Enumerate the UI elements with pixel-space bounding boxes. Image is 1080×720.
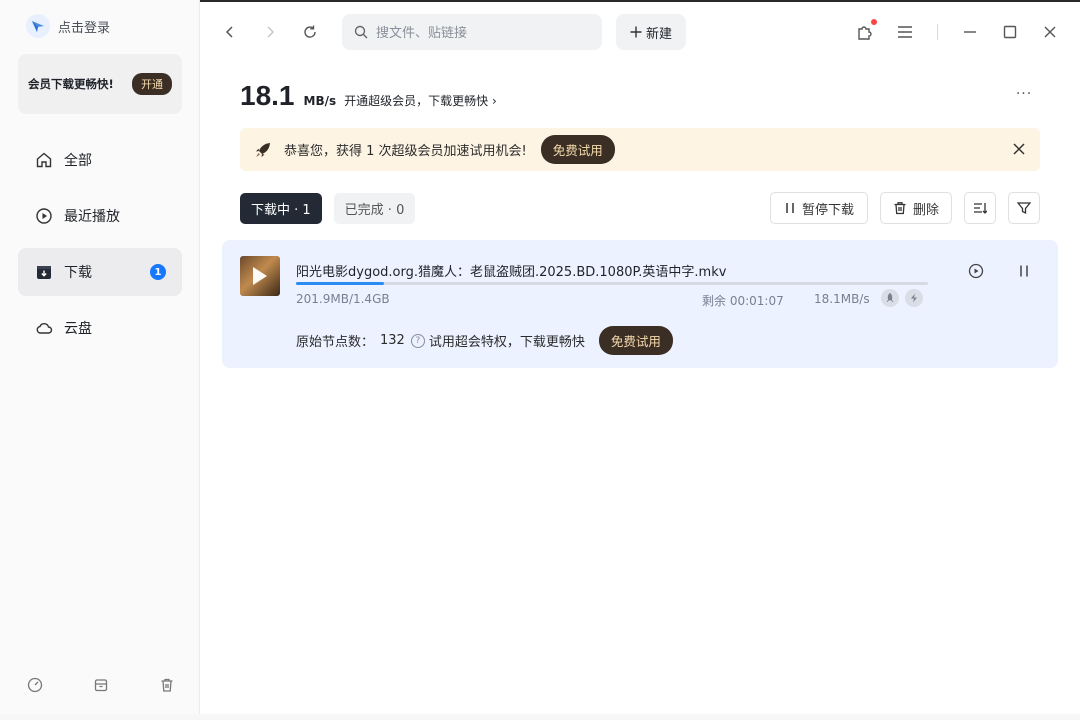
more-options-icon[interactable]: ···: [1012, 86, 1036, 106]
delete-label: 删除: [912, 202, 939, 218]
filter-button[interactable]: [1008, 192, 1040, 224]
toolbar-divider: [937, 24, 938, 40]
vip-promo-card: 会员下载更畅快! 开通: [18, 54, 182, 114]
help-icon[interactable]: ?: [410, 333, 425, 348]
speed-gauge-icon[interactable]: [26, 676, 44, 694]
trial-banner: 恭喜您，获得 1 次超级会员加速试用机会! 免费试用: [240, 128, 1040, 171]
banner-free-trial-button[interactable]: 免费试用: [540, 135, 615, 164]
search-input[interactable]: [376, 24, 586, 40]
trash-icon: [893, 201, 907, 215]
sort-button[interactable]: [964, 192, 996, 224]
task-remaining-time: 剩余 00:01:07: [702, 294, 784, 308]
task-filename: 阳光电影dygod.org.猎魔人：老鼠盗贼团.2025.BD.1080P.英语…: [296, 265, 727, 280]
video-thumbnail[interactable]: [240, 256, 280, 296]
home-icon: [34, 150, 54, 170]
sidebar-item-cloud[interactable]: 云盘: [18, 304, 182, 352]
minimize-icon[interactable]: [956, 18, 984, 46]
sidebar-item-label: 全部: [64, 153, 92, 169]
app-logo-icon: [26, 14, 50, 38]
pause-all-button[interactable]: 暂停下载: [770, 192, 868, 224]
download-task-card[interactable]: 阳光电影dygod.org.猎魔人：老鼠盗贼团.2025.BD.1080P.英语…: [222, 240, 1058, 368]
delete-button[interactable]: 删除: [880, 192, 952, 224]
task-speed: 18.1MB/s: [814, 292, 870, 306]
menu-icon[interactable]: [891, 18, 919, 46]
close-window-icon[interactable]: [1036, 18, 1064, 46]
sidebar-item-download[interactable]: 下载 1: [18, 248, 182, 296]
notification-dot: [871, 19, 877, 25]
archive-icon[interactable]: [92, 676, 110, 694]
trial-text: 试用超会特权，下载更畅快: [428, 335, 585, 350]
plus-icon: [630, 26, 642, 38]
pause-all-label: 暂停下载: [801, 202, 854, 218]
new-task-label: 新建: [645, 26, 672, 42]
rocket-icon: [254, 141, 272, 159]
download-count-badge: 1: [150, 264, 166, 280]
task-progress-fill: [296, 282, 385, 285]
sidebar: 点击登录 会员下载更畅快! 开通 全部 最近播放 下载 1 云盘: [0, 0, 200, 720]
new-task-button[interactable]: 新建: [616, 14, 686, 50]
cloud-icon: [34, 318, 54, 338]
filter-icon: [1017, 201, 1031, 215]
extensions-icon[interactable]: [851, 18, 879, 46]
tab-completed[interactable]: 已完成 · 0: [333, 193, 416, 224]
trash-icon[interactable]: [158, 676, 176, 694]
vip-speed-promo-link[interactable]: 开通超级会员，下载更畅快 ›: [344, 92, 497, 109]
forward-icon[interactable]: [256, 18, 284, 46]
top-toolbar: 新建: [200, 0, 1080, 64]
speed-header: 18.1 MB/s 开通超级会员，下载更畅快 ›: [240, 80, 497, 112]
sort-icon: [973, 201, 987, 215]
nodes-label: 原始节点数：: [296, 335, 375, 350]
sidebar-nav: 全部 最近播放 下载 1 云盘: [18, 136, 182, 360]
total-speed-unit: MB/s: [303, 94, 337, 108]
vip-promo-text: 会员下载更畅快!: [28, 77, 114, 91]
play-overlay-icon: [253, 267, 267, 285]
sidebar-bottom-tools: [26, 676, 176, 694]
login-label: 点击登录: [58, 20, 111, 36]
refresh-icon[interactable]: [296, 18, 324, 46]
close-banner-icon[interactable]: [1010, 140, 1028, 158]
login-button[interactable]: 点击登录: [26, 14, 110, 38]
total-speed-value: 18.1: [240, 80, 295, 111]
play-task-icon[interactable]: [965, 260, 987, 282]
task-size: 201.9MB/1.4GB: [296, 292, 390, 306]
vip-open-button[interactable]: 开通: [132, 73, 172, 95]
lightning-accel-icon[interactable]: [905, 289, 923, 307]
tab-downloading[interactable]: 下载中 · 1: [240, 193, 322, 224]
sidebar-item-label: 下载: [64, 265, 92, 281]
search-icon: [354, 25, 368, 39]
maximize-icon[interactable]: [996, 18, 1024, 46]
chevron-right-icon: ›: [491, 94, 497, 108]
node-info-row: 原始节点数： 132 ? 试用超会特权，下载更畅快 免费试用: [296, 326, 673, 355]
search-box[interactable]: [342, 14, 602, 50]
download-tabs: 下载中 · 1 已完成 · 0: [240, 193, 416, 224]
play-circle-icon: [34, 206, 54, 226]
pause-task-icon[interactable]: [1013, 260, 1035, 282]
sidebar-item-all[interactable]: 全部: [18, 136, 182, 184]
sidebar-item-recent-play[interactable]: 最近播放: [18, 192, 182, 240]
sidebar-item-label: 云盘: [64, 321, 92, 337]
download-box-icon: [34, 262, 54, 282]
rocket-boost-icon[interactable]: [881, 289, 899, 307]
pause-icon: [784, 202, 796, 214]
banner-text: 恭喜您，获得 1 次超级会员加速试用机会!: [284, 144, 527, 159]
task-free-trial-button[interactable]: 免费试用: [598, 326, 673, 355]
background-window-strip-bottom: [0, 714, 1080, 720]
task-progress-bar: [296, 282, 928, 285]
sidebar-item-label: 最近播放: [64, 209, 120, 225]
nodes-count: 132: [380, 333, 405, 348]
back-icon[interactable]: [216, 18, 244, 46]
